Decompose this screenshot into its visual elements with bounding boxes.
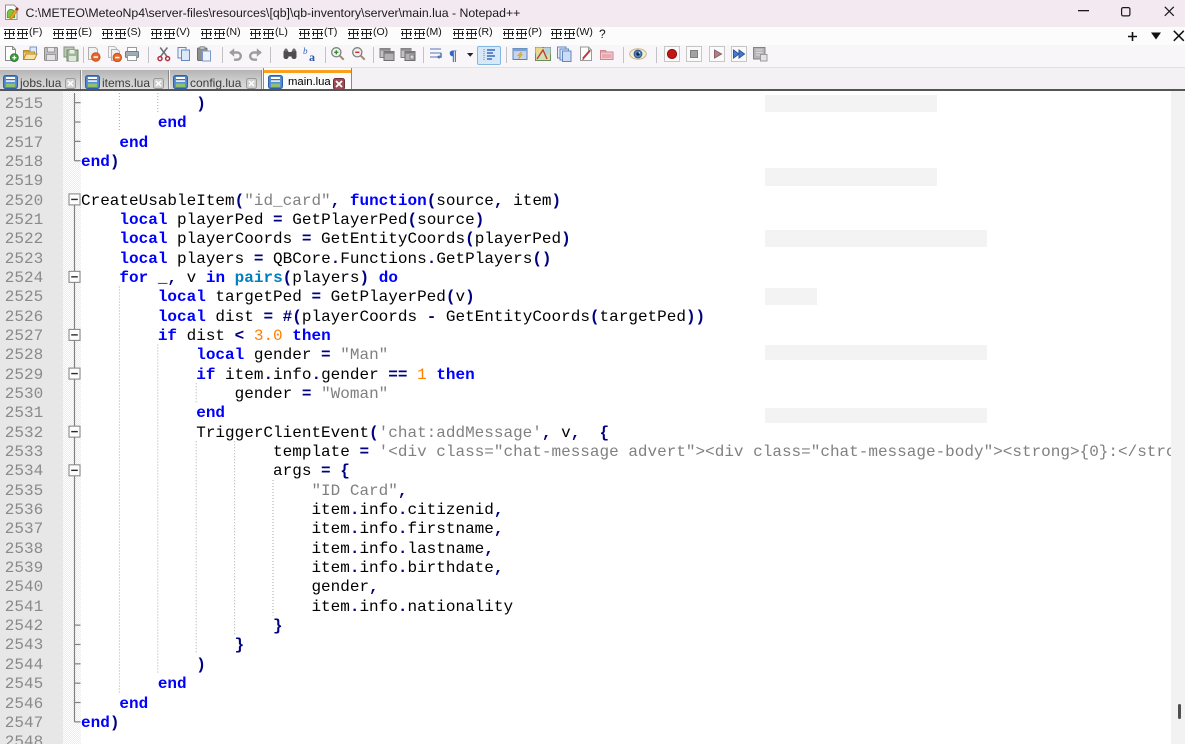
svg-text:b: b xyxy=(303,46,308,56)
svg-text:¶: ¶ xyxy=(449,48,457,62)
svg-text:a: a xyxy=(309,50,315,62)
